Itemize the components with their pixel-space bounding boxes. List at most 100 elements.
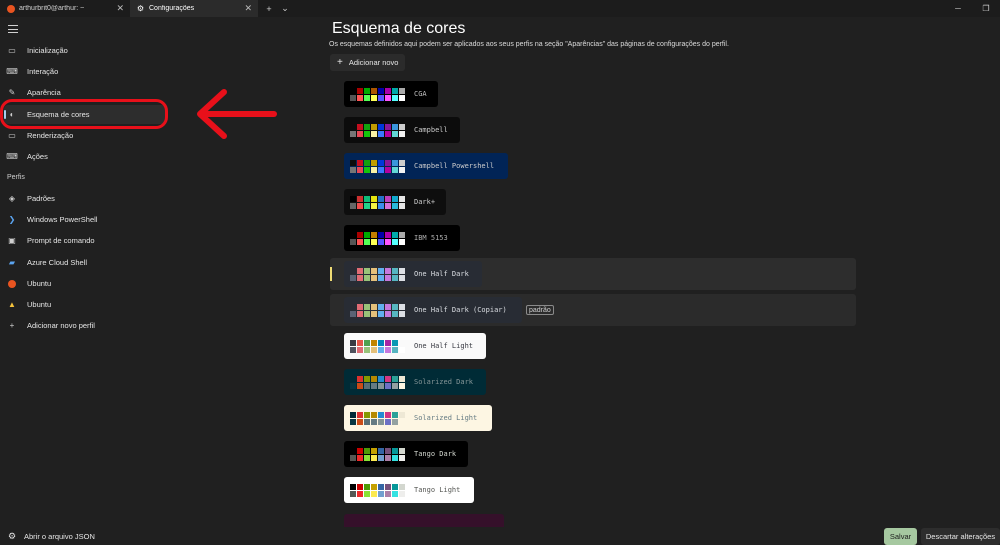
color-chip [357, 123, 363, 130]
sidebar-item-ubuntu-2[interactable]: ▲ Ubuntu [4, 295, 166, 314]
tab-label: arthurbrit0@arthur: ~ [19, 5, 85, 12]
discard-changes-button[interactable]: Descartar alterações [921, 528, 1000, 545]
scheme-swatch: One Half Dark (Copiar) [344, 297, 522, 323]
sidebar-item-actions[interactable]: ⌨ Ações [4, 147, 166, 166]
color-chip [399, 411, 405, 418]
sidebar-item-label: Ações [27, 152, 48, 161]
color-chip [357, 202, 363, 209]
layers-icon: ◈ [8, 194, 16, 203]
color-chip [385, 238, 391, 245]
color-chip [392, 202, 398, 209]
hamburger-menu-icon[interactable] [8, 25, 18, 33]
scheme-row[interactable]: CGA [330, 78, 856, 110]
bottom-bar [0, 527, 1000, 545]
color-chip [392, 418, 398, 425]
color-chip [399, 123, 405, 130]
arrow-annotation-icon [197, 89, 277, 139]
color-chip [350, 202, 356, 209]
color-chip [392, 382, 398, 389]
color-chip [364, 375, 370, 382]
color-chip [364, 346, 370, 353]
scheme-row[interactable]: Campbell Powershell [330, 150, 856, 182]
sidebar-item-interaction[interactable]: ⌨ Interação [4, 62, 166, 81]
sidebar-item-ubuntu[interactable]: Ubuntu [4, 274, 166, 293]
color-grid [350, 231, 405, 245]
save-button[interactable]: Salvar [884, 528, 917, 545]
color-chip [399, 490, 405, 497]
scheme-name: Campbell [414, 126, 448, 134]
color-chip [357, 418, 363, 425]
sidebar-item-azure-cloud-shell[interactable]: ▰ Azure Cloud Shell [4, 253, 166, 272]
color-grid [350, 123, 405, 137]
color-chip [364, 454, 370, 461]
scheme-row[interactable]: Dark+ [330, 186, 856, 218]
ubuntu-icon [7, 279, 17, 289]
color-chip [350, 195, 356, 202]
color-chip [364, 166, 370, 173]
scheme-swatch: IBM 5153 [344, 225, 460, 251]
sidebar-item-add-profile[interactable]: + Adicionar novo perfil [4, 316, 166, 335]
close-icon[interactable]: ✕ [244, 3, 252, 14]
color-chip [371, 166, 377, 173]
color-chip [378, 310, 384, 317]
color-chip [385, 231, 391, 238]
color-chip [385, 418, 391, 425]
add-new-scheme-button[interactable]: + Adicionar novo [330, 54, 405, 71]
color-chip [357, 238, 363, 245]
open-json-button[interactable]: ⚙ Abrir o arquivo JSON [8, 528, 95, 544]
color-chip [371, 418, 377, 425]
scheme-row[interactable]: IBM 5153 [330, 222, 856, 254]
tab-settings[interactable]: ⚙ Configurações ✕ [130, 0, 258, 17]
color-chip [350, 130, 356, 137]
color-chip [350, 303, 356, 310]
scheme-row[interactable]: Tango Dark [330, 438, 856, 470]
color-chip [392, 375, 398, 382]
color-chip [357, 447, 363, 454]
color-chip [392, 339, 398, 346]
color-chip [357, 382, 363, 389]
scheme-row[interactable]: Solarized Dark [330, 366, 856, 398]
color-chip [357, 274, 363, 281]
color-chip [378, 274, 384, 281]
color-chip [364, 303, 370, 310]
restore-icon[interactable]: ❐ [972, 0, 1000, 17]
color-chip [385, 375, 391, 382]
sidebar-item-label: Ubuntu [27, 279, 52, 288]
color-chip [364, 483, 370, 490]
color-chip [350, 231, 356, 238]
tab-terminal-ubuntu[interactable]: arthurbrit0@arthur: ~ ✕ [0, 0, 130, 17]
scheme-row[interactable]: One Half Dark (Copiar) padrão [330, 294, 856, 326]
sidebar-item-defaults[interactable]: ◈ Padrões [4, 189, 166, 208]
scheme-row[interactable]: Solarized Light [330, 402, 856, 434]
sidebar-item-windows-powershell[interactable]: ❯ Windows PowerShell [4, 210, 166, 229]
gear-icon: ⚙ [136, 4, 145, 13]
color-chip [357, 130, 363, 137]
color-chip [385, 490, 391, 497]
plus-icon: + [9, 321, 15, 330]
scheme-row[interactable]: One Half Dark [330, 258, 856, 290]
color-chip [371, 382, 377, 389]
color-chip [364, 411, 370, 418]
scheme-swatch: Tango Dark [344, 441, 468, 467]
scheme-row[interactable]: One Half Light [330, 330, 856, 362]
color-chip [385, 94, 391, 101]
scheme-name: Solarized Light [414, 414, 478, 422]
page-description: Os esquemas definidos aqui podem ser apl… [329, 41, 729, 48]
color-chip [392, 195, 398, 202]
color-chip [357, 454, 363, 461]
scheme-row[interactable]: Tango Light [330, 474, 856, 506]
close-icon[interactable]: ✕ [116, 3, 124, 14]
color-chip [357, 303, 363, 310]
scheme-row[interactable]: Campbell [330, 114, 856, 146]
tab-dropdown-button[interactable]: ⌄ [278, 0, 292, 17]
color-chip [392, 483, 398, 490]
scheme-name: Tango Dark [414, 450, 457, 458]
minimize-icon[interactable]: ─ [944, 0, 972, 17]
keyboard-icon: ⌨ [6, 152, 18, 161]
scheme-swatch: Campbell [344, 117, 460, 143]
color-grid [350, 375, 405, 389]
color-chip [364, 87, 370, 94]
sidebar-item-startup[interactable]: ▭ Inicialização [4, 41, 166, 60]
sidebar-item-command-prompt[interactable]: ▣ Prompt de comando [4, 231, 166, 250]
new-tab-button[interactable]: + [262, 0, 276, 17]
